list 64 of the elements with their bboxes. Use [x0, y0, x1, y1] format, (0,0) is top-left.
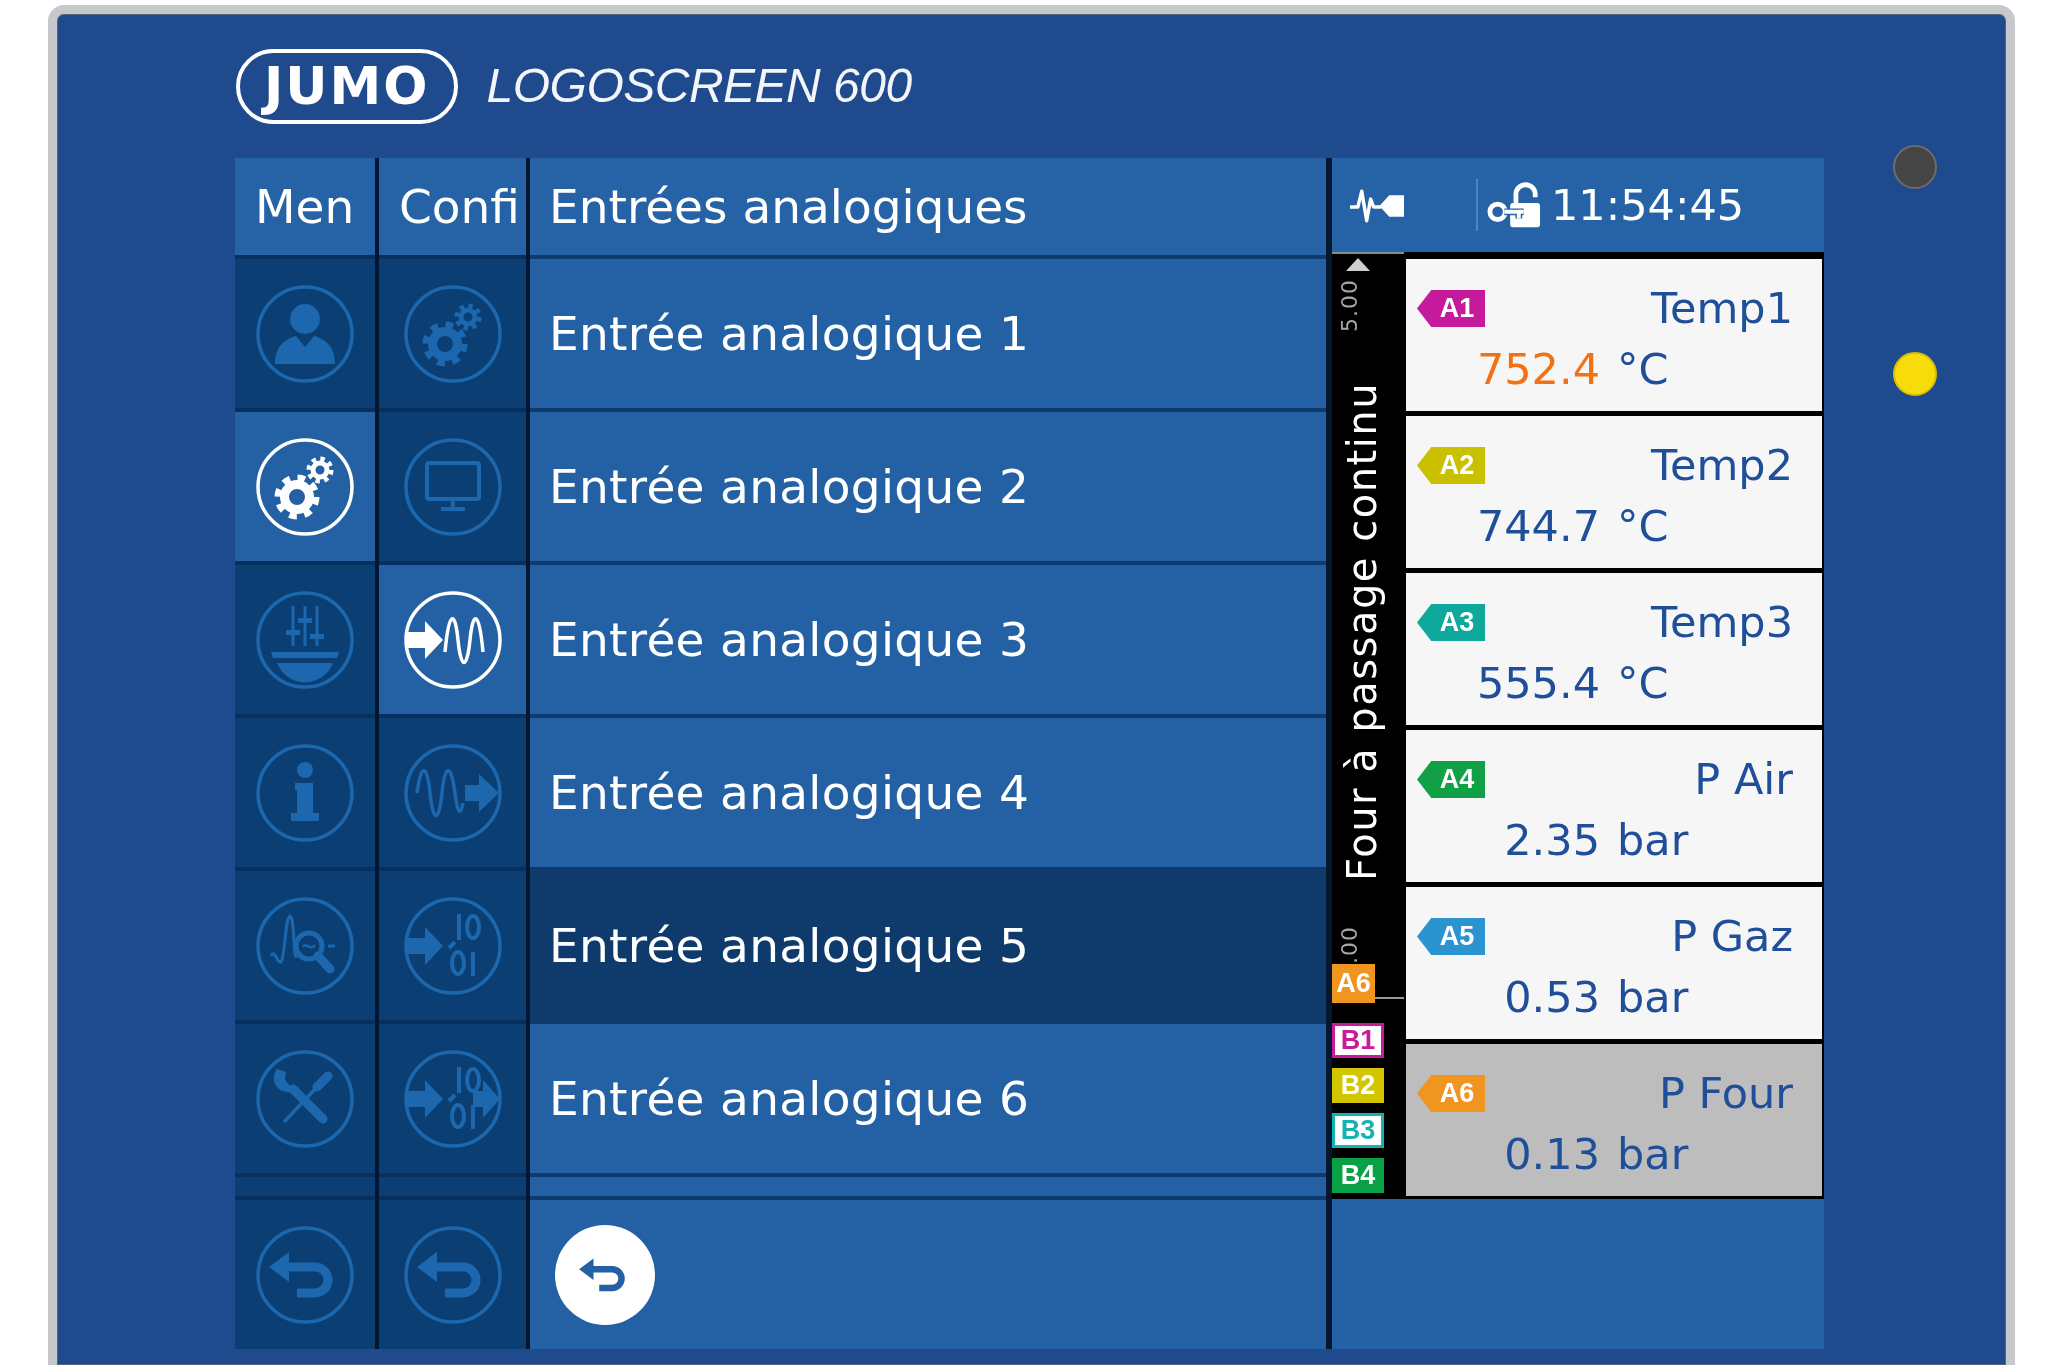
channel-card[interactable]: A1 Temp1 752.4 °C	[1406, 259, 1822, 411]
scale-max-label: 5.00	[1339, 279, 1361, 332]
list-item[interactable]: Entrée analogique 2	[530, 412, 1326, 561]
channel-value: 0.13	[1503, 1133, 1600, 1176]
channel-value: 2.35	[1503, 819, 1600, 862]
channel-tag: A3	[1417, 604, 1485, 641]
scale-min-label: .00	[1339, 926, 1361, 964]
monitor-icon	[402, 436, 503, 537]
binary-tag: B2	[1332, 1068, 1384, 1103]
channel-card[interactable]: A6 P Four 0.13 bar	[1406, 1044, 1822, 1196]
channel-unit: °C	[1617, 662, 1669, 705]
scale-title: Four à passage continu	[1340, 382, 1384, 881]
list-item[interactable]: Entrée analogique 1	[530, 259, 1326, 408]
brand-logo: JUMO	[236, 48, 458, 124]
channel-value: 555.4	[1475, 662, 1600, 705]
binary-tag: B1	[1332, 1023, 1384, 1058]
channel-tag: A5	[1417, 918, 1485, 955]
user-icon	[255, 283, 355, 384]
channel-unit: °C	[1617, 348, 1669, 391]
channel-name: P Four	[1658, 1072, 1793, 1115]
channel-tag: A4	[1417, 761, 1485, 798]
channel-card[interactable]: A3 Temp3 555.4 °C	[1406, 573, 1822, 725]
list-item[interactable]: Entrée analogique 6	[530, 1024, 1326, 1173]
list-item[interactable]: Entrée analogique 3	[530, 565, 1326, 714]
channel-unit: bar	[1617, 1133, 1689, 1176]
list-header: Entrées analogiques	[530, 158, 1326, 255]
channel-unit: bar	[1617, 819, 1689, 862]
clock-time: 11:54:45	[1551, 183, 1745, 227]
chart-magnifier-icon	[255, 895, 355, 996]
gears-icon	[255, 436, 355, 537]
arrow-wave-icon	[402, 589, 503, 690]
channel-tag: A6	[1332, 964, 1375, 1003]
binary-tag: B3	[1332, 1113, 1384, 1148]
arrows-binary-icon	[402, 1048, 503, 1149]
menu-item[interactable]	[235, 412, 375, 561]
menu-item[interactable]	[379, 565, 526, 714]
channel-name: P Air	[1694, 758, 1793, 801]
binary-tag: B4	[1332, 1158, 1384, 1193]
lock-key-icon	[1487, 182, 1541, 228]
channel-value: 752.4	[1475, 348, 1600, 391]
column-header: Men	[235, 158, 375, 255]
model-name: LOGOSCREEN 600	[486, 62, 912, 110]
channel-card[interactable]: A5 P Gaz 0.53 bar	[1406, 887, 1822, 1039]
channel-tag: A6	[1417, 1075, 1485, 1112]
wrench-screwdriver-icon	[255, 1048, 355, 1149]
channel-unit: bar	[1617, 976, 1689, 1019]
channel-name: Temp1	[1651, 287, 1793, 330]
channel-name: Temp3	[1651, 601, 1793, 644]
arrow-binary-icon	[402, 895, 503, 996]
channel-value: 744.7	[1475, 505, 1600, 548]
channel-value: 0.53	[1503, 976, 1600, 1019]
channel-tag: A1	[1417, 290, 1485, 327]
channel-unit: °C	[1617, 505, 1669, 548]
info-icon	[255, 742, 355, 843]
channel-tag: A2	[1417, 447, 1485, 484]
sliders-icon	[255, 589, 355, 690]
triangle-icon	[1346, 258, 1370, 271]
list-item[interactable]: Entrée analogique 4	[530, 718, 1326, 867]
channel-name: P Gaz	[1671, 915, 1793, 958]
column-header: Confi	[379, 158, 526, 255]
gears-icon	[402, 283, 503, 384]
channel-name: Temp2	[1651, 444, 1793, 487]
channel-card[interactable]: A4 P Air 2.35 bar	[1406, 730, 1822, 882]
channel-card[interactable]: A2 Temp2 744.7 °C	[1406, 416, 1822, 568]
